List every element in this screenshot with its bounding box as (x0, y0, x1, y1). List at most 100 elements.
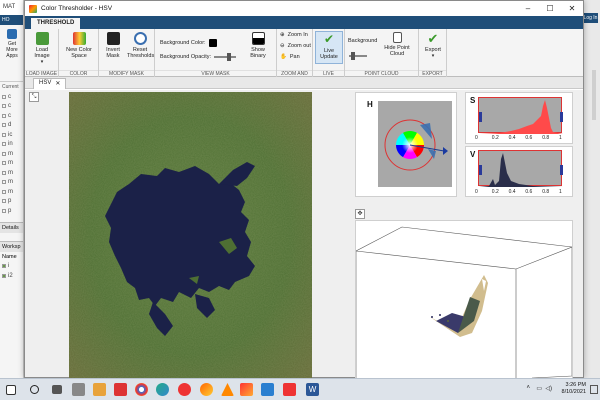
axis-tick-label: 0.8 (542, 189, 550, 195)
opera-icon[interactable] (178, 383, 191, 396)
load-image-button[interactable]: Load Image ▾ (28, 32, 56, 65)
task-view-icon[interactable] (52, 385, 62, 394)
folder-icon[interactable] (93, 383, 106, 396)
background-color-swatch[interactable] (208, 39, 217, 47)
edge-icon[interactable] (156, 383, 169, 396)
file-icon (2, 94, 6, 99)
firefox-icon[interactable] (200, 383, 213, 396)
tray-chevron-icon[interactable]: ˄ (526, 385, 530, 391)
saturation-histogram[interactable] (478, 97, 563, 134)
group-label: POINT CLOUD (345, 70, 418, 77)
reset-icon (133, 32, 147, 45)
get-more-apps-button[interactable]: Get More Apps (3, 29, 21, 59)
chrome-icon[interactable] (135, 383, 148, 396)
maximize-button[interactable]: ☐ (539, 1, 561, 16)
saturation-upper-handle (560, 112, 563, 122)
folder-list-item-label: m (8, 188, 13, 195)
word-icon[interactable]: W (306, 383, 319, 396)
folder-list-item[interactable]: ic (2, 130, 23, 140)
login-button[interactable]: Log In (583, 13, 598, 23)
folder-list-item[interactable]: m (2, 149, 23, 159)
folder-list-item[interactable]: in (2, 140, 23, 150)
pan-button[interactable]: ✋ Pan (280, 54, 300, 60)
value-histogram[interactable] (478, 150, 563, 187)
value-histogram-bars (479, 153, 563, 187)
network-icon[interactable]: ▭ (536, 385, 542, 392)
point-cloud-rotate-icon[interactable]: ✥ (355, 209, 365, 219)
vlc-icon[interactable] (221, 383, 234, 396)
zoom-in-button[interactable]: ⊕ Zoom In (280, 32, 308, 38)
folder-list-item-label: c (8, 103, 11, 110)
controls-panel: H S 0 0.2 0.4 0.6 0.8 1 V 0 0.2 0.4 0.6 … (355, 92, 573, 379)
group-label: LOAD IMAGE (25, 70, 58, 77)
invert-mask-button[interactable]: Invert Mask (101, 32, 125, 59)
workspace-variable[interactable]: i (2, 262, 23, 272)
new-color-space-button[interactable]: New Color Space (61, 32, 97, 59)
saturation-lower-handle (479, 112, 482, 122)
tab-hsv[interactable]: HSV ✕ (33, 78, 67, 89)
image-view[interactable] (69, 92, 312, 379)
folder-list-item[interactable]: p (2, 206, 23, 216)
zoom-out-button[interactable]: ⊖ Zoom out (280, 43, 311, 49)
tab-threshold[interactable]: THRESHOLD (31, 18, 81, 29)
point-cloud-background-slider[interactable] (349, 52, 367, 60)
vscode-icon[interactable] (261, 383, 274, 396)
workspace-label: Worksp (0, 240, 23, 252)
background-color-control[interactable]: Background Color: (160, 39, 217, 47)
image-zoom-icon[interactable]: ⤡ (29, 92, 39, 102)
folder-list-item[interactable]: d (2, 121, 23, 131)
folder-list-item[interactable]: m (2, 178, 23, 188)
close-button[interactable]: ✕ (561, 1, 583, 16)
windows-start-icon[interactable] (6, 385, 16, 395)
volume-icon[interactable]: ◁) (545, 385, 552, 392)
background-window-title: MAT (0, 0, 23, 15)
export-button[interactable]: ✔ Export ▾ (421, 32, 445, 59)
folder-list-item-label: m (8, 169, 13, 176)
folder-list-item-label: c (8, 112, 11, 119)
variable-icon (2, 273, 6, 278)
matlab-window-icon[interactable] (283, 383, 296, 396)
point-cloud-3d (355, 226, 573, 379)
live-update-toggle[interactable]: ✔ Live Update (315, 31, 343, 64)
folder-list-item-label: m (8, 150, 13, 157)
store-icon[interactable] (114, 383, 127, 396)
folder-list-item[interactable]: m (2, 168, 23, 178)
group-export: ✔ Export ▾ EXPORT (419, 29, 447, 77)
workspace-variable[interactable]: i2 (2, 271, 23, 281)
current-folder-label: Current (0, 81, 23, 92)
folder-list-item[interactable]: c (2, 92, 23, 102)
folder-list-item[interactable]: m (2, 187, 23, 197)
minimize-button[interactable]: – (517, 1, 539, 16)
group-modify-mask: Invert Mask Reset Thresholds MODIFY MASK (99, 29, 155, 77)
chevron-down-icon: ▾ (40, 59, 44, 65)
background-scrollbar[interactable] (592, 70, 596, 120)
matlab-icon[interactable] (240, 383, 253, 396)
folder-list-item[interactable]: c (2, 102, 23, 112)
file-icon (2, 123, 6, 128)
system-clock[interactable]: 3:26 PM 8/10/2021 (562, 382, 586, 396)
show-binary-button[interactable]: Show Binary (243, 32, 273, 59)
search-icon[interactable] (30, 385, 39, 394)
current-folder-list: c c c d ic in m m m m m p p (0, 92, 23, 216)
folder-list-item-label: ic (8, 131, 13, 138)
background-home-tab[interactable]: HO (0, 15, 23, 25)
reset-thresholds-button[interactable]: Reset Thresholds (127, 32, 154, 59)
notification-icon[interactable] (590, 385, 598, 394)
load-image-icon (35, 32, 49, 45)
point-cloud-points (430, 275, 488, 337)
workspace-variable-label: i (8, 263, 10, 270)
folder-list-item[interactable]: c (2, 111, 23, 121)
file-explorer-icon[interactable] (72, 383, 85, 396)
folder-list-item[interactable]: m (2, 159, 23, 169)
point-cloud-slider-thumb[interactable] (351, 52, 355, 60)
hide-point-cloud-button[interactable]: Hide Point Cloud (377, 32, 417, 57)
app-icon (29, 4, 37, 13)
hue-wheel-plot[interactable] (378, 101, 452, 187)
workspace-name-header: Name (2, 253, 17, 260)
folder-list-item[interactable]: p (2, 197, 23, 207)
folder-list-item-label: m (8, 179, 13, 186)
point-cloud-panel[interactable] (355, 220, 573, 379)
close-tab-icon[interactable]: ✕ (55, 80, 60, 88)
opacity-slider[interactable] (214, 53, 237, 61)
opacity-slider-thumb[interactable] (227, 53, 232, 61)
